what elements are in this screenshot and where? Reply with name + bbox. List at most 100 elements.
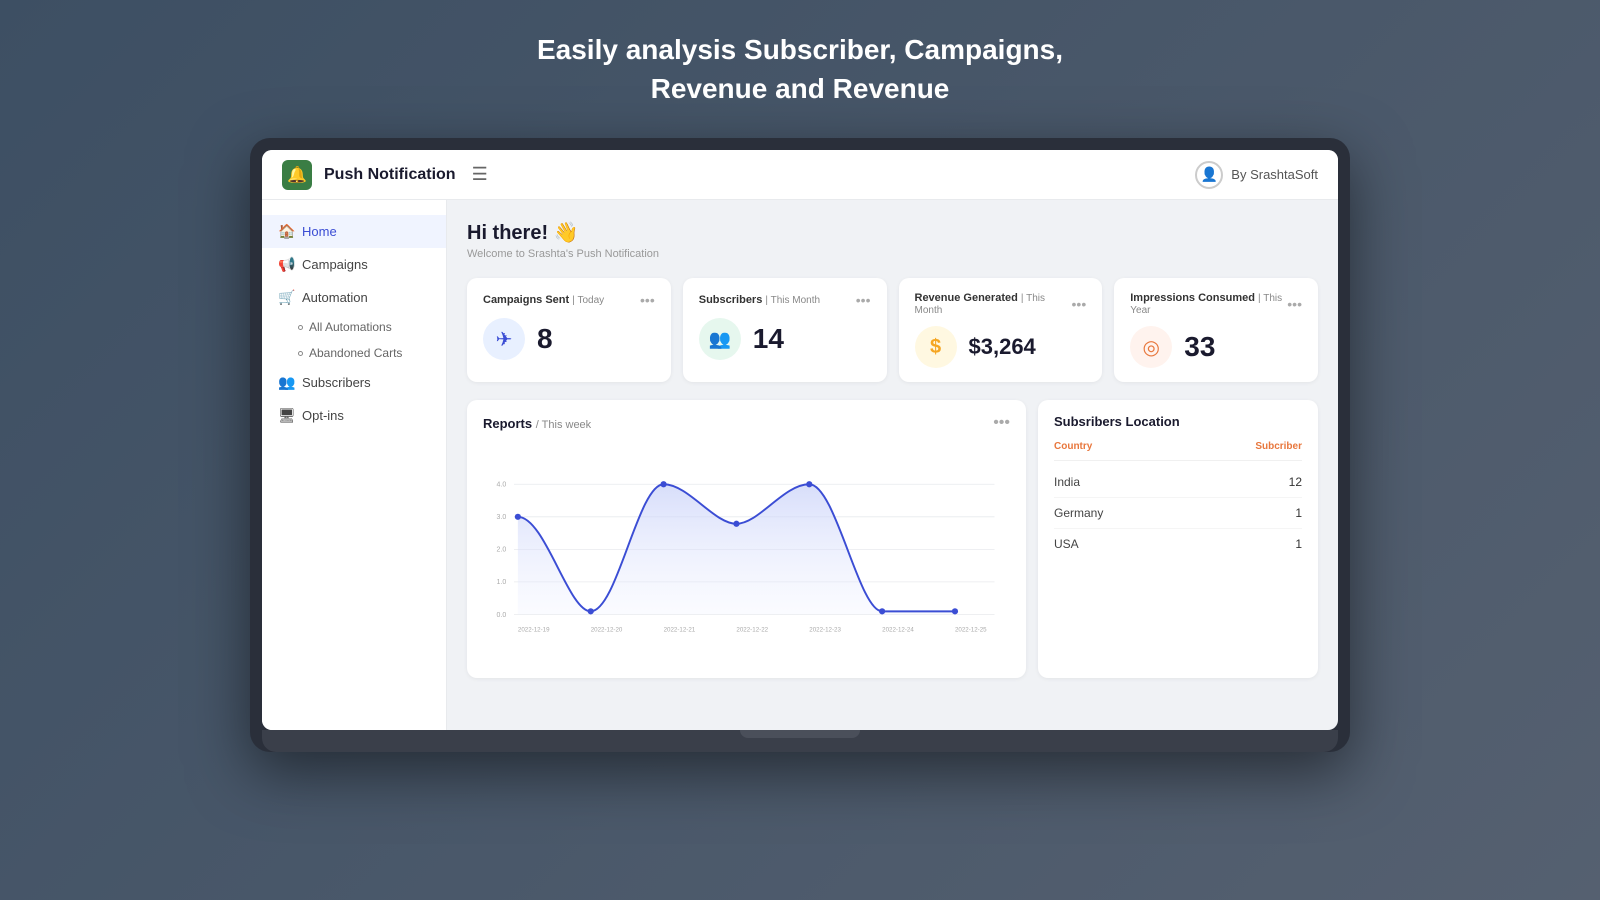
app-container: 🔔 Push Notification ☰ 👤 By SrashtaSoft [262, 150, 1338, 730]
app-body: 🏠 Home 📢 Campaigns 🛒 Automation [262, 200, 1338, 730]
svg-text:2022-12-25: 2022-12-25 [955, 627, 987, 634]
col-subscriber-label: Subcriber [1255, 441, 1302, 452]
svg-text:2022-12-19: 2022-12-19 [518, 627, 550, 634]
location-table-header: Country Subcriber [1054, 441, 1302, 461]
home-icon: 🏠 [278, 223, 294, 240]
opt-ins-icon: 🖥 [278, 407, 294, 424]
sidebar-item-home-label: Home [302, 224, 337, 239]
stat-card-body-revenue: $ $3,264 [915, 326, 1087, 368]
sidebar-item-home[interactable]: 🏠 Home [262, 215, 446, 248]
stat-card-header-impressions: Impressions Consumed | This Year ••• [1130, 292, 1302, 316]
stat-card-revenue: Revenue Generated | This Month ••• $ $3,… [899, 278, 1103, 382]
reports-title: Reports / This week [483, 416, 591, 431]
bottom-row: Reports / This week ••• [467, 400, 1318, 678]
subscribers-icon: 👥 [278, 374, 294, 391]
subscribers-stat-icon: 👥 [699, 318, 741, 360]
svg-text:2022-12-23: 2022-12-23 [809, 627, 841, 634]
app-title: Push Notification [324, 166, 456, 184]
greeting-title: Hi there! 👋 [467, 220, 1318, 245]
sidebar-item-subscribers[interactable]: 👥 Subscribers [262, 366, 446, 399]
reports-header: Reports / This week ••• [483, 414, 1010, 432]
sidebar-item-opt-ins[interactable]: 🖥 Opt-ins [262, 399, 446, 432]
stat-title-impressions: Impressions Consumed | This Year [1130, 292, 1287, 316]
impressions-stat-value: 33 [1184, 331, 1215, 363]
sidebar: 🏠 Home 📢 Campaigns 🛒 Automation [262, 200, 447, 730]
reports-card: Reports / This week ••• [467, 400, 1026, 678]
stat-dots-campaigns[interactable]: ••• [640, 292, 655, 308]
subscribers-stat-value: 14 [753, 323, 784, 355]
revenue-stat-value: $3,264 [969, 334, 1036, 360]
svg-text:2022-12-20: 2022-12-20 [591, 627, 623, 634]
stat-dots-subscribers[interactable]: ••• [856, 292, 871, 308]
svg-text:3.0: 3.0 [497, 515, 507, 522]
header-right: 👤 By SrashtaSoft [1195, 161, 1318, 189]
stats-row: Campaigns Sent | Today ••• ✈ 8 [467, 278, 1318, 382]
sidebar-sub-item-all-automations[interactable]: All Automations [262, 314, 446, 340]
country-india: India [1054, 475, 1080, 489]
stat-title-revenue: Revenue Generated | This Month [915, 292, 1072, 316]
country-usa: USA [1054, 537, 1079, 551]
stat-card-subscribers: Subscribers | This Month ••• 👥 14 [683, 278, 887, 382]
heading-line1: Easily analysis Subscriber, Campaigns, [537, 34, 1063, 65]
count-germany: 1 [1295, 506, 1302, 520]
stat-card-header-campaigns: Campaigns Sent | Today ••• [483, 292, 655, 308]
sidebar-item-subscribers-label: Subscribers [302, 375, 371, 390]
sub-item-abandoned-carts-label: Abandoned Carts [309, 346, 402, 360]
svg-text:2022-12-24: 2022-12-24 [882, 627, 914, 634]
main-content: Hi there! 👋 Welcome to Srashta's Push No… [447, 200, 1338, 730]
location-title: Subsribers Location [1054, 414, 1302, 429]
location-row-usa: USA 1 [1054, 529, 1302, 559]
app-logo: 🔔 [282, 160, 312, 190]
stat-card-header-revenue: Revenue Generated | This Month ••• [915, 292, 1087, 316]
count-usa: 1 [1295, 537, 1302, 551]
sidebar-sub-item-abandoned-carts[interactable]: Abandoned Carts [262, 340, 446, 366]
col-country-label: Country [1054, 441, 1092, 452]
count-india: 12 [1289, 475, 1302, 489]
stat-dots-revenue[interactable]: ••• [1072, 296, 1087, 312]
sidebar-item-automation-label: Automation [302, 290, 368, 305]
campaigns-stat-value: 8 [537, 323, 553, 355]
page-heading: Easily analysis Subscriber, Campaigns, R… [537, 30, 1063, 108]
laptop-screen: 🔔 Push Notification ☰ 👤 By SrashtaSoft [262, 150, 1338, 730]
location-table: Country Subcriber India 12 Germany [1054, 441, 1302, 559]
sub-dot-icon [298, 325, 303, 330]
logo-icon: 🔔 [287, 165, 307, 185]
stat-card-body-subscribers: 👥 14 [699, 318, 871, 360]
campaigns-icon: 📢 [278, 256, 294, 273]
chart-area: 4.0 3.0 2.0 1.0 0.0 2022-12-19 2022-12-2… [483, 444, 1010, 664]
sub-dot-icon-2 [298, 351, 303, 356]
stat-title-subscribers: Subscribers | This Month [699, 294, 820, 306]
greeting-subtitle: Welcome to Srashta's Push Notification [467, 248, 1318, 260]
stat-card-body-campaigns: ✈ 8 [483, 318, 655, 360]
country-germany: Germany [1054, 506, 1103, 520]
svg-text:1.0: 1.0 [497, 580, 507, 587]
avatar: 👤 [1195, 161, 1223, 189]
svg-text:4.0: 4.0 [497, 482, 507, 489]
stat-card-campaigns-sent: Campaigns Sent | Today ••• ✈ 8 [467, 278, 671, 382]
reports-chart: 4.0 3.0 2.0 1.0 0.0 2022-12-19 2022-12-2… [483, 444, 1010, 664]
sidebar-item-automation[interactable]: 🛒 Automation [262, 281, 446, 314]
app-header: 🔔 Push Notification ☰ 👤 By SrashtaSoft [262, 150, 1338, 200]
laptop-wrapper: 🔔 Push Notification ☰ 👤 By SrashtaSoft [250, 138, 1350, 752]
impressions-stat-icon: ◎ [1130, 326, 1172, 368]
svg-text:2022-12-22: 2022-12-22 [736, 627, 768, 634]
stat-card-body-impressions: ◎ 33 [1130, 326, 1302, 368]
location-row-germany: Germany 1 [1054, 498, 1302, 529]
hamburger-button[interactable]: ☰ [468, 160, 492, 189]
greeting-section: Hi there! 👋 Welcome to Srashta's Push No… [467, 220, 1318, 260]
stat-dots-impressions[interactable]: ••• [1287, 296, 1302, 312]
automation-icon: 🛒 [278, 289, 294, 306]
sidebar-item-campaigns[interactable]: 📢 Campaigns [262, 248, 446, 281]
header-left: 🔔 Push Notification ☰ [282, 160, 492, 190]
heading-line2: Revenue and Revenue [651, 73, 950, 104]
revenue-stat-icon: $ [915, 326, 957, 368]
svg-text:2.0: 2.0 [497, 547, 507, 554]
stat-title-campaigns: Campaigns Sent | Today [483, 294, 604, 306]
location-card: Subsribers Location Country Subcriber In… [1038, 400, 1318, 678]
sidebar-item-opt-ins-label: Opt-ins [302, 408, 344, 423]
laptop-screen-border: 🔔 Push Notification ☰ 👤 By SrashtaSoft [250, 138, 1350, 752]
stat-card-impressions: Impressions Consumed | This Year ••• ◎ 3… [1114, 278, 1318, 382]
svg-text:0.0: 0.0 [497, 612, 507, 619]
stat-card-header-subscribers: Subscribers | This Month ••• [699, 292, 871, 308]
reports-dots[interactable]: ••• [993, 414, 1010, 432]
